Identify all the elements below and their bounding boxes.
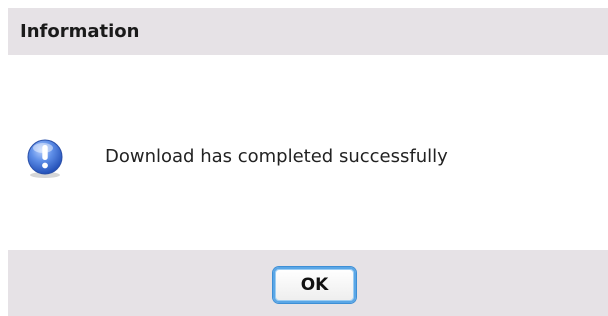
dialog-title: Information bbox=[20, 21, 140, 42]
dialog-title-bar: Information bbox=[8, 8, 608, 55]
ok-button[interactable]: OK bbox=[273, 267, 356, 303]
dialog-button-bar: OK bbox=[8, 250, 608, 316]
dialog-message: Download has completed successfully bbox=[105, 146, 448, 167]
information-dialog: Information Download has completed succe… bbox=[0, 0, 608, 316]
info-exclamation-icon bbox=[24, 137, 66, 179]
message-area: Download has completed successfully bbox=[8, 55, 608, 250]
ok-button-label: OK bbox=[300, 275, 329, 295]
